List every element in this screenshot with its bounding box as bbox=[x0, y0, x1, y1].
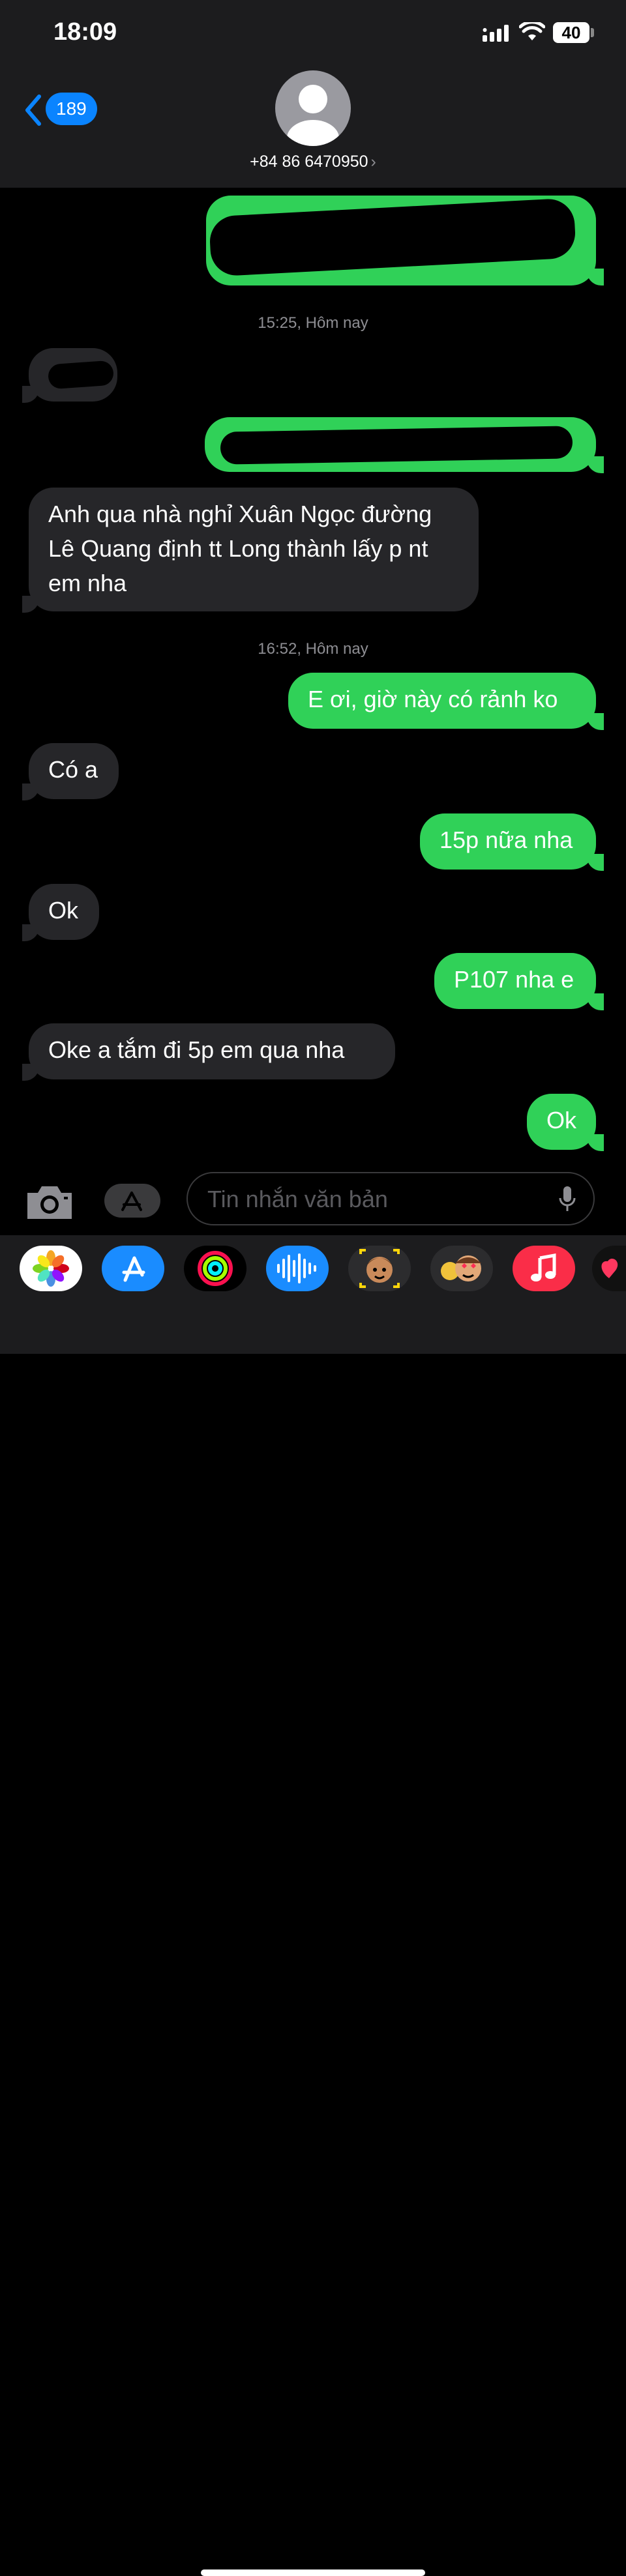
clock: 18:09 bbox=[53, 18, 117, 46]
contact-name[interactable]: +84 86 6470950 › bbox=[0, 153, 626, 171]
message-bubble-sent[interactable]: E ơi, giờ này có rảnh ko bbox=[288, 673, 596, 729]
redaction-scribble bbox=[208, 198, 577, 277]
wifi-icon bbox=[519, 22, 545, 40]
contact-avatar[interactable] bbox=[275, 70, 351, 146]
status-bar: 18:09 40 bbox=[0, 0, 626, 65]
chevron-left-icon bbox=[25, 95, 41, 126]
back-button[interactable]: 189 bbox=[23, 91, 102, 128]
person-icon bbox=[287, 85, 339, 146]
app-store-icon bbox=[121, 1192, 142, 1211]
message-bubble-received[interactable]: Ok bbox=[29, 884, 99, 940]
bubble-tail bbox=[587, 993, 604, 1010]
message-bubble-sent[interactable] bbox=[205, 417, 596, 472]
battery-indicator: 40 bbox=[553, 22, 589, 43]
app-store-button[interactable] bbox=[104, 1184, 160, 1218]
bubble-tail bbox=[22, 386, 39, 403]
message-bubble-received[interactable]: Có a bbox=[29, 743, 119, 799]
bubble-tail bbox=[587, 456, 604, 473]
timestamp: 15:25, Hôm nay bbox=[258, 314, 368, 332]
home-indicator bbox=[201, 2569, 425, 2576]
message-bubble-sent[interactable] bbox=[206, 196, 596, 285]
camera-icon[interactable] bbox=[23, 1182, 76, 1222]
app-store-icon[interactable] bbox=[102, 1246, 164, 1291]
redaction-scribble bbox=[47, 360, 115, 390]
microphone-icon[interactable] bbox=[558, 1185, 576, 1214]
bubble-tail bbox=[587, 713, 604, 730]
message-bubble-received[interactable] bbox=[29, 348, 117, 402]
battery-tip bbox=[591, 28, 594, 37]
fitness-icon[interactable] bbox=[184, 1246, 246, 1291]
composer-bar bbox=[0, 1160, 626, 1238]
message-bubble-sent[interactable]: 15p nữa nha bbox=[420, 813, 596, 870]
message-bubble-received[interactable]: Anh qua nhà nghỉ Xuân Ngọc đường Lê Quan… bbox=[29, 488, 479, 611]
bubble-tail bbox=[22, 1064, 39, 1081]
digital-touch-icon[interactable] bbox=[592, 1246, 626, 1291]
chevron-right-icon: › bbox=[370, 153, 376, 171]
bubble-tail bbox=[22, 783, 39, 800]
conversation-header: 189 +84 86 6470950 › bbox=[0, 65, 626, 188]
unread-count-badge: 189 bbox=[46, 93, 97, 125]
bubble-tail bbox=[587, 269, 604, 285]
message-bubble-sent[interactable]: P107 nha e bbox=[434, 953, 596, 1009]
music-icon[interactable] bbox=[513, 1246, 575, 1291]
message-input[interactable] bbox=[206, 1184, 535, 1215]
cellular-signal-icon bbox=[483, 25, 509, 42]
memoji-stickers-icon[interactable] bbox=[430, 1246, 493, 1291]
imessage-app-drawer bbox=[0, 1235, 626, 2576]
message-input-field[interactable] bbox=[186, 1172, 595, 1225]
bubble-tail bbox=[22, 924, 39, 941]
redaction-scribble bbox=[220, 426, 573, 465]
photos-icon[interactable] bbox=[20, 1246, 82, 1291]
bubble-tail bbox=[587, 854, 604, 871]
bubble-tail bbox=[22, 596, 39, 613]
bubble-tail bbox=[587, 1134, 604, 1151]
timestamp: 16:52, Hôm nay bbox=[258, 640, 368, 658]
contact-number: +84 86 6470950 bbox=[250, 153, 368, 171]
message-bubble-sent[interactable]: Ok bbox=[527, 1094, 596, 1150]
message-bubble-received[interactable]: Oke a tắm đi 5p em qua nha bbox=[29, 1023, 395, 1079]
voice-memo-icon[interactable] bbox=[266, 1246, 329, 1291]
memoji-icon[interactable] bbox=[348, 1246, 411, 1291]
